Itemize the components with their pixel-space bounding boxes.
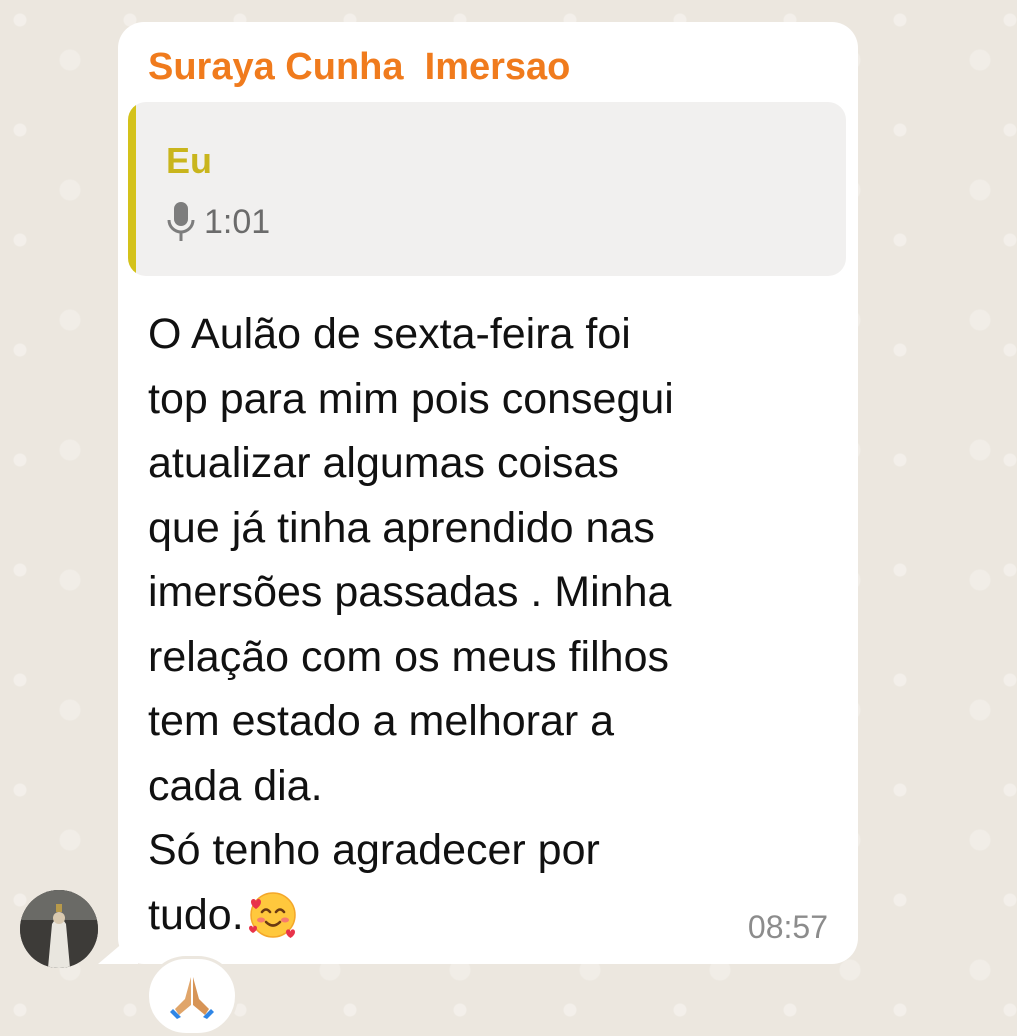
- sender-name[interactable]: Suraya Cunha Imersao: [148, 46, 570, 89]
- message-line: imersões passadas . Minha: [148, 568, 672, 616]
- message-line: atualizar algumas coisas: [148, 439, 619, 487]
- message-line: cada dia.: [148, 761, 323, 810]
- microphone-icon: [167, 202, 195, 241]
- message-line: tudo.: [148, 890, 244, 939]
- message-line: relação com os meus filhos: [148, 632, 669, 681]
- folded-hands-icon: [170, 977, 214, 1019]
- message-line: O Aulão de sexta-feira foi: [148, 310, 631, 358]
- quoted-audio: 1:01: [166, 200, 270, 244]
- message-line: Só tenho agradecer por: [148, 826, 600, 874]
- message-timestamp: 08:57: [747, 909, 828, 945]
- message-line: top para mim pois consegui: [148, 374, 674, 423]
- reaction-badge[interactable]: [146, 956, 238, 1036]
- quote-accent-bar: [128, 102, 136, 276]
- message-line: tem estado a melhorar a: [148, 697, 615, 745]
- message-line: que já tinha aprendido nas: [148, 503, 655, 552]
- message-bubble[interactable]: Suraya Cunha Imersao Eu 1:01 O Aulão de …: [118, 22, 858, 964]
- avatar[interactable]: [20, 890, 98, 968]
- quoted-message[interactable]: Eu 1:01: [128, 102, 846, 276]
- message-text: O Aulão de sexta-feira foi top para mim …: [148, 302, 838, 947]
- avatar-image: [20, 890, 98, 968]
- smiling-face-with-hearts-icon: [248, 892, 296, 938]
- audio-duration: 1:01: [204, 202, 271, 241]
- quote-author: Eu: [166, 140, 213, 181]
- message-last-line: tudo.: [148, 883, 838, 948]
